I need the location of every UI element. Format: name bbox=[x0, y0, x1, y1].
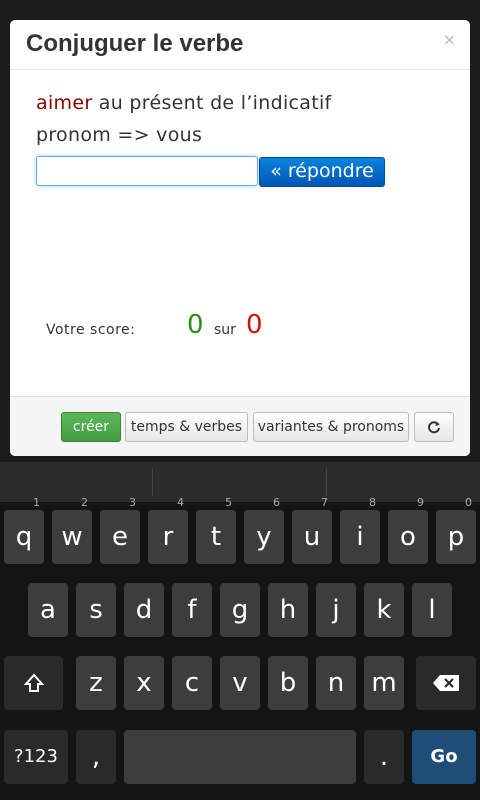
key-m[interactable]: m bbox=[364, 656, 404, 710]
tense-label: au présent de l’indicatif bbox=[92, 92, 332, 114]
key-i[interactable]: i8 bbox=[340, 496, 380, 564]
key-hint: 2 bbox=[81, 496, 88, 509]
key-hint: 1 bbox=[33, 496, 40, 509]
key-c[interactable]: c bbox=[172, 656, 212, 710]
dialog-footer: créer temps & verbes variantes & pronoms bbox=[10, 396, 470, 456]
dialog-title: Conjuguer le verbe bbox=[26, 30, 244, 57]
key-p[interactable]: p0 bbox=[436, 496, 476, 564]
numbers-key[interactable]: ?123 bbox=[4, 730, 68, 784]
key-hint: 4 bbox=[177, 496, 184, 509]
shift-key[interactable] bbox=[4, 656, 63, 710]
soft-keyboard: q1w2e3r4t5y6u7i8o9p0 asdfghjkl zxcvbnm ?12… bbox=[0, 462, 480, 800]
suggestion-divider bbox=[152, 468, 153, 496]
key-o[interactable]: o9 bbox=[388, 496, 428, 564]
verb-label: aimer bbox=[36, 92, 93, 114]
key-x[interactable]: x bbox=[124, 656, 164, 710]
variants-pronouns-button[interactable]: variantes & pronoms bbox=[253, 412, 409, 442]
question-text: aimer au présent de l’indicatif bbox=[36, 92, 332, 114]
key-hint: 8 bbox=[369, 496, 376, 509]
key-u[interactable]: u7 bbox=[292, 496, 332, 564]
backspace-key[interactable] bbox=[416, 656, 476, 710]
suggestion-bar bbox=[0, 462, 480, 502]
key-e[interactable]: e3 bbox=[100, 496, 140, 564]
shift-icon bbox=[23, 673, 44, 692]
key-z[interactable]: z bbox=[76, 656, 116, 710]
key-hint: 0 bbox=[465, 496, 472, 509]
key-a[interactable]: a bbox=[28, 583, 68, 637]
key-b[interactable]: b bbox=[268, 656, 308, 710]
key-k[interactable]: k bbox=[364, 583, 404, 637]
answer-input[interactable] bbox=[36, 156, 258, 186]
score-separator: sur bbox=[214, 322, 236, 338]
key-f[interactable]: f bbox=[172, 583, 212, 637]
score-total: 0 bbox=[246, 310, 263, 340]
pronoun-label: pronom => vous bbox=[36, 124, 203, 146]
key-hint: 5 bbox=[225, 496, 232, 509]
key-t[interactable]: t5 bbox=[196, 496, 236, 564]
answer-button[interactable]: « répondre bbox=[259, 157, 385, 187]
score-label: Votre score: bbox=[46, 322, 136, 338]
conjugation-dialog: Conjuguer le verbe × aimer au présent de… bbox=[10, 20, 470, 456]
key-v[interactable]: v bbox=[220, 656, 260, 710]
backspace-icon bbox=[433, 675, 459, 691]
space-key[interactable] bbox=[124, 730, 356, 784]
key-n[interactable]: n bbox=[316, 656, 356, 710]
key-q[interactable]: q1 bbox=[4, 496, 44, 564]
key-hint: 6 bbox=[273, 496, 280, 509]
tenses-verbs-button[interactable]: temps & verbes bbox=[125, 412, 248, 442]
key-hint: 3 bbox=[129, 496, 136, 509]
key-hint: 7 bbox=[321, 496, 328, 509]
key-h[interactable]: h bbox=[268, 583, 308, 637]
comma-key[interactable]: , bbox=[76, 730, 116, 784]
score-correct: 0 bbox=[187, 310, 204, 340]
key-w[interactable]: w2 bbox=[52, 496, 92, 564]
key-r[interactable]: r4 bbox=[148, 496, 188, 564]
key-j[interactable]: j bbox=[316, 583, 356, 637]
key-l[interactable]: l bbox=[412, 583, 452, 637]
go-key[interactable]: Go bbox=[412, 730, 476, 784]
period-key[interactable]: . bbox=[364, 730, 404, 784]
refresh-icon bbox=[428, 421, 440, 434]
refresh-button[interactable] bbox=[414, 412, 454, 442]
close-icon[interactable]: × bbox=[443, 30, 456, 49]
key-s[interactable]: s bbox=[76, 583, 116, 637]
create-button[interactable]: créer bbox=[61, 412, 121, 442]
suggestion-divider bbox=[326, 468, 327, 496]
key-y[interactable]: y6 bbox=[244, 496, 284, 564]
dialog-header: Conjuguer le verbe × bbox=[10, 20, 470, 70]
key-d[interactable]: d bbox=[124, 583, 164, 637]
key-hint: 9 bbox=[417, 496, 424, 509]
key-g[interactable]: g bbox=[220, 583, 260, 637]
